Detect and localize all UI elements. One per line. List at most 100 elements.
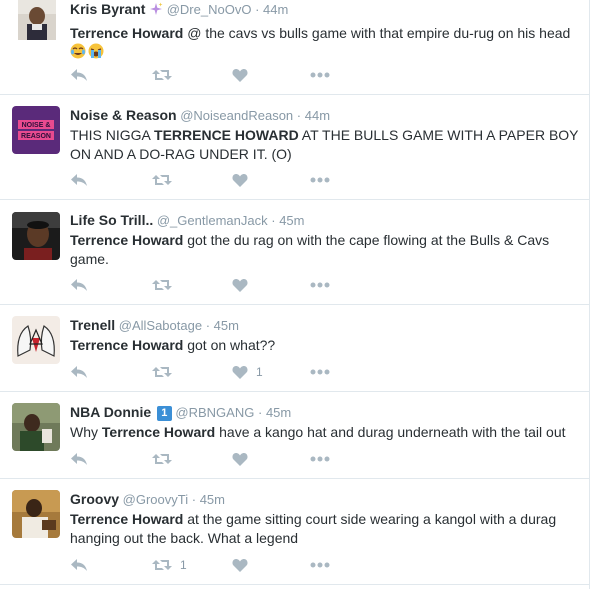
retweet-button[interactable]: [152, 65, 180, 85]
more-dots-icon: [310, 562, 330, 568]
heart-icon: [232, 365, 248, 379]
retweet-icon: [152, 560, 172, 570]
tweet-item[interactable]: NBA Donnie 1 @RBNGANG · 45m Why Terrence…: [0, 392, 589, 479]
tweet-item[interactable]: Life So Trill.. @_GentlemanJack · 45m Te…: [0, 200, 589, 305]
heart-icon: [232, 173, 248, 187]
tweet-text: THIS NIGGA TERRENCE HOWARD AT THE BULLS …: [70, 126, 581, 164]
more-button[interactable]: [310, 555, 330, 575]
bold-mention: Terrence Howard: [70, 25, 184, 41]
reply-button[interactable]: [70, 555, 88, 575]
tweet-header: Trenell @AllSabotage · 45m: [70, 316, 581, 335]
heart-icon: [232, 558, 248, 572]
timestamp[interactable]: 45m: [279, 213, 304, 228]
bold-mention: Terrence Howard: [70, 232, 184, 248]
more-button[interactable]: [310, 449, 330, 469]
avatar[interactable]: [12, 490, 60, 538]
like-button[interactable]: [232, 275, 256, 295]
tweet-header: Groovy @GroovyTi · 45m: [70, 490, 581, 509]
tweet-header: Noise & Reason @NoiseandReason · 44m: [70, 106, 581, 125]
tweet-item[interactable]: Trenell @AllSabotage · 45m Terrence Howa…: [0, 305, 589, 392]
tweet-text-part: @ the cavs vs bulls game with that empir…: [183, 25, 571, 41]
screen-name[interactable]: @Dre_NoOvO: [167, 2, 252, 17]
tweet-text: Terrence Howard @ the cavs vs bulls game…: [70, 24, 581, 64]
reply-button[interactable]: [70, 275, 88, 295]
bold-mention: Terrence Howard: [101, 424, 216, 440]
reply-icon: [71, 69, 87, 81]
timestamp[interactable]: 45m: [214, 318, 239, 333]
retweet-count: 1: [180, 558, 187, 572]
screen-name[interactable]: @GroovyTi: [123, 492, 188, 507]
timestamp[interactable]: 45m: [266, 405, 291, 420]
like-button[interactable]: [232, 170, 256, 190]
heart-icon: [232, 452, 248, 466]
like-button[interactable]: 1: [232, 362, 263, 382]
display-name[interactable]: NBA Donnie: [70, 404, 151, 420]
tweet-text-part: have a kango hat and durag underneath wi…: [215, 424, 566, 440]
retweet-button[interactable]: [152, 449, 180, 469]
separator: ·: [257, 405, 263, 420]
svg-text:NOISE &: NOISE &: [22, 122, 51, 129]
tweet-text: Terrence Howard got the du rag on with t…: [70, 231, 581, 269]
more-button[interactable]: [310, 170, 330, 190]
tweet-item[interactable]: Kris Byrant @Dre_NoOvO · 44m Terrence Ho…: [0, 0, 589, 95]
retweet-icon: [152, 367, 172, 377]
avatar[interactable]: [12, 403, 60, 451]
more-button[interactable]: [310, 362, 330, 382]
reply-button[interactable]: [70, 449, 88, 469]
reply-icon: [71, 453, 87, 465]
tweet-text-part: Why: [70, 424, 102, 440]
display-name[interactable]: Kris Byrant: [70, 1, 145, 17]
like-button[interactable]: [232, 449, 256, 469]
more-dots-icon: [310, 282, 330, 288]
svg-text:REASON: REASON: [21, 133, 51, 140]
heart-icon: [232, 68, 248, 82]
tweet-text: Terrence Howard at the game sitting cour…: [70, 510, 581, 548]
like-count: 1: [256, 365, 263, 379]
avatar[interactable]: [12, 316, 60, 364]
tweet-text-part: THIS NIGGA: [70, 127, 155, 143]
screen-name[interactable]: @AllSabotage: [119, 318, 202, 333]
keycap-one-icon: 1: [156, 406, 172, 421]
retweet-icon: [152, 280, 172, 290]
reply-icon: [71, 366, 87, 378]
face-with-tears-of-joy-icon: [70, 43, 86, 64]
tweet-item[interactable]: Groovy @GroovyTi · 45m Terrence Howard a…: [0, 479, 589, 585]
display-name[interactable]: Life So Trill..: [70, 212, 153, 228]
avatar[interactable]: [18, 0, 56, 40]
tweet-header: Kris Byrant @Dre_NoOvO · 44m: [70, 0, 581, 21]
like-button[interactable]: [232, 65, 256, 85]
reply-button[interactable]: [70, 362, 88, 382]
screen-name[interactable]: @_GentlemanJack: [157, 213, 268, 228]
tweet-item[interactable]: NOISE & REASON Noise & Reason @NoiseandR…: [0, 95, 589, 200]
timestamp[interactable]: 45m: [200, 492, 225, 507]
reply-icon: [71, 174, 87, 186]
display-name[interactable]: Groovy: [70, 491, 119, 507]
retweet-button[interactable]: [152, 170, 180, 190]
avatar[interactable]: [12, 212, 60, 260]
separator: ·: [296, 108, 302, 123]
bold-mention: TERRENCE HOWARD: [154, 127, 299, 143]
screen-name[interactable]: @RBNGANG: [175, 405, 254, 420]
more-dots-icon: [310, 369, 330, 375]
display-name[interactable]: Noise & Reason: [70, 107, 177, 123]
more-button[interactable]: [310, 65, 330, 85]
reply-button[interactable]: [70, 170, 88, 190]
tweet-text: Terrence Howard got on what??: [70, 336, 581, 355]
reply-button[interactable]: [70, 65, 88, 85]
separator: ·: [191, 492, 197, 507]
timestamp[interactable]: 44m: [263, 2, 288, 17]
bold-mention: Terrence Howard: [70, 511, 184, 527]
more-button[interactable]: [310, 275, 330, 295]
retweet-icon: [152, 175, 172, 185]
avatar[interactable]: NOISE & REASON: [12, 106, 60, 154]
like-button[interactable]: [232, 555, 256, 575]
display-name[interactable]: Trenell: [70, 317, 115, 333]
more-dots-icon: [310, 177, 330, 183]
retweet-button[interactable]: [152, 275, 180, 295]
timestamp[interactable]: 44m: [305, 108, 330, 123]
retweet-button[interactable]: [152, 362, 180, 382]
loudly-crying-face-icon: [88, 43, 104, 64]
screen-name[interactable]: @NoiseandReason: [180, 108, 293, 123]
retweet-button[interactable]: 1: [152, 555, 187, 575]
tweet-timeline: Kris Byrant @Dre_NoOvO · 44m Terrence Ho…: [0, 0, 590, 589]
